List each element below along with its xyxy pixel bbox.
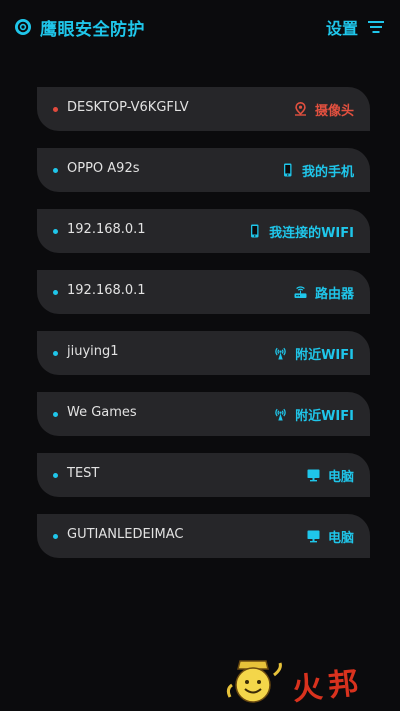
filter-menu-icon <box>368 21 384 33</box>
status-dot <box>53 290 58 295</box>
status-dot <box>53 168 58 173</box>
phone-icon <box>251 224 259 238</box>
monitor-icon <box>307 469 320 482</box>
device-name: 192.168.0.1 <box>67 222 146 237</box>
device-row[interactable]: jiuying1 附近WIFI <box>37 331 370 375</box>
device-type-tag: 我连接的WIFI <box>248 220 354 242</box>
device-name: DESKTOP-V6KGFLV <box>67 100 189 115</box>
device-name: We Games <box>67 405 137 420</box>
device-row[interactable]: DESKTOP-V6KGFLV 摄像头 <box>37 87 370 131</box>
device-row[interactable]: We Games 附近WIFI <box>37 392 370 436</box>
camera-pin-icon <box>294 102 306 116</box>
device-type-label: 我连接的WIFI <box>269 225 354 241</box>
device-type-label: 电脑 <box>327 530 354 546</box>
watermark-logo: 火邦 <box>222 655 382 709</box>
device-name: TEST <box>67 466 100 481</box>
device-name: jiuying1 <box>67 344 119 359</box>
status-dot <box>53 229 58 234</box>
device-type-tag: 电脑 <box>307 525 354 547</box>
phone-icon <box>283 163 292 177</box>
device-type-label: 路由器 <box>314 286 354 302</box>
device-row[interactable]: OPPO A92s 我的手机 <box>37 148 370 192</box>
device-row[interactable]: GUTIANLEDEIMAC 电脑 <box>37 514 370 558</box>
settings-button[interactable]: 设置 <box>326 14 384 40</box>
device-type-label: 电脑 <box>327 469 354 485</box>
status-dot <box>53 351 58 356</box>
device-row[interactable]: 192.168.0.1 我连接的WIFI <box>37 209 370 253</box>
device-type-label: 我的手机 <box>301 164 354 180</box>
device-type-label: 附近WIFI <box>295 347 354 363</box>
status-dot <box>53 473 58 478</box>
device-type-tag: 附近WIFI <box>274 342 354 364</box>
device-type-tag: 我的手机 <box>281 159 354 181</box>
device-row[interactable]: 192.168.0.1 路由器 <box>37 270 370 314</box>
status-dot <box>53 412 58 417</box>
eye-logo-icon <box>15 19 31 35</box>
settings-label: 设置 <box>325 19 358 38</box>
wifi-broadcast-icon <box>275 408 286 421</box>
monitor-icon <box>307 530 320 543</box>
device-name: GUTIANLEDEIMAC <box>67 527 184 542</box>
device-name: 192.168.0.1 <box>67 283 146 298</box>
device-name: OPPO A92s <box>67 161 140 176</box>
mascot-icon <box>226 660 282 703</box>
watermark-text: 火邦 <box>290 665 366 708</box>
app-header: 鹰眼安全防护 设置 <box>0 0 400 56</box>
device-row[interactable]: TEST 电脑 <box>37 453 370 497</box>
alert-status-dot <box>53 107 58 112</box>
device-type-label: 摄像头 <box>314 103 354 119</box>
device-type-tag: 摄像头 <box>294 98 354 120</box>
page-title: 鹰眼安全防护 <box>40 20 145 40</box>
device-list: DESKTOP-V6KGFLV 摄像头 OPPO A92s 我的手机 192.1… <box>37 87 370 575</box>
device-type-tag: 电脑 <box>307 464 354 486</box>
router-icon <box>294 286 307 298</box>
device-type-tag: 附近WIFI <box>274 403 354 425</box>
wifi-broadcast-icon <box>275 347 286 360</box>
device-type-label: 附近WIFI <box>295 408 354 424</box>
device-type-tag: 路由器 <box>294 281 354 303</box>
status-dot <box>53 534 58 539</box>
